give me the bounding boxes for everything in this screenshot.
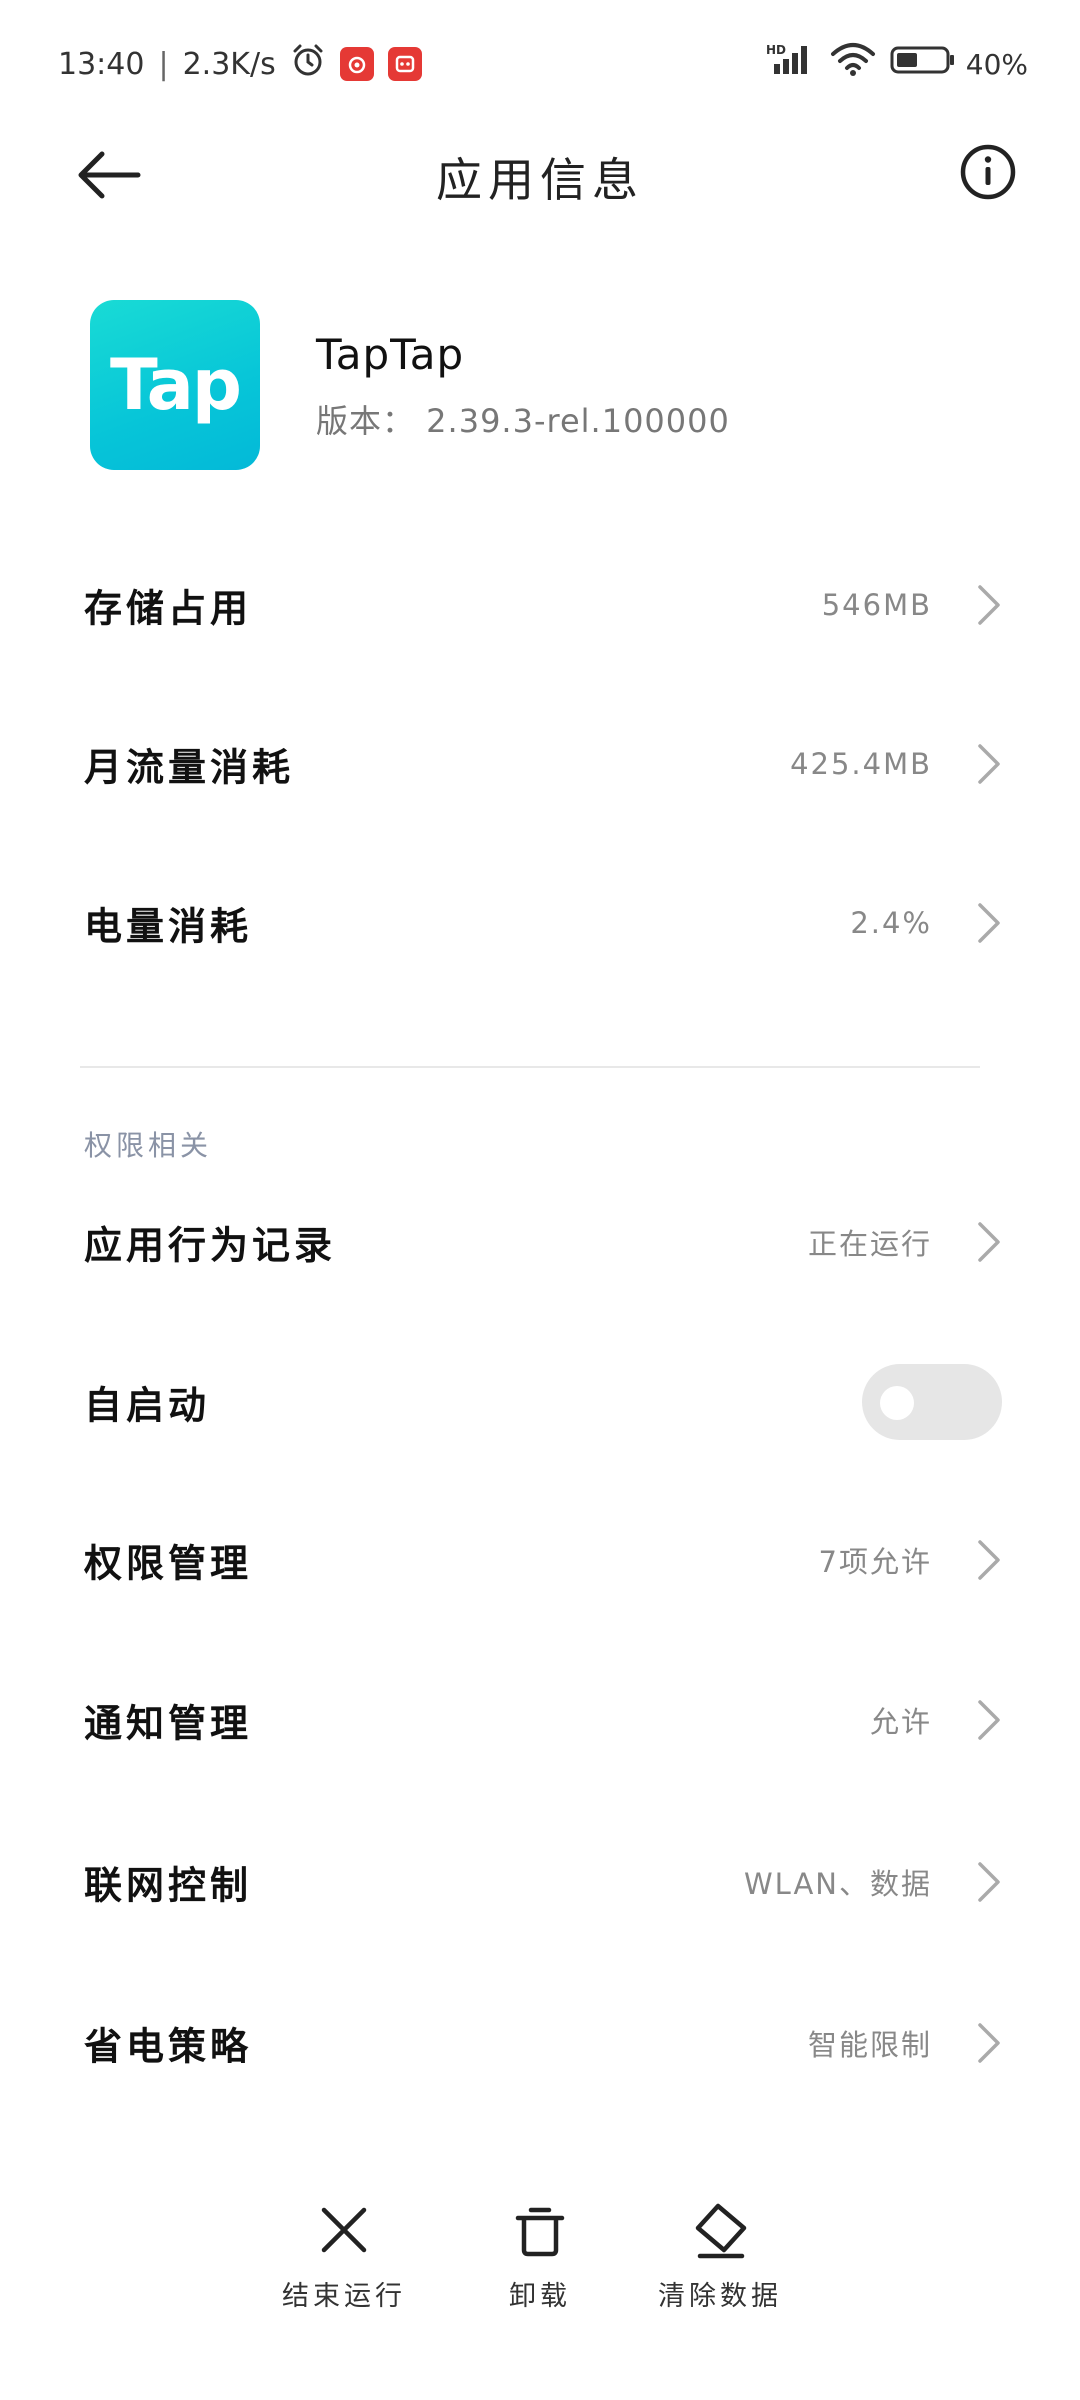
row-label: 联网控制: [84, 1863, 253, 1908]
app-name: TapTap: [316, 330, 465, 379]
action-label: 卸载: [509, 2281, 571, 2312]
row-value: 2.4%: [850, 906, 932, 940]
chevron-right-icon: [978, 1222, 1000, 1262]
chevron-right-icon: [978, 744, 1000, 784]
uninstall-button[interactable]: 卸载: [440, 2200, 640, 2313]
row-label: 自启动: [84, 1383, 211, 1428]
app-icon-label: Tap: [109, 344, 242, 426]
hd-signal-icon: HD: [766, 42, 816, 86]
row-value: 7项允许: [818, 1545, 932, 1579]
row-storage[interactable]: 存储占用 546MB: [0, 535, 1080, 675]
status-network-speed: 2.3K/s: [182, 46, 276, 82]
info-icon: [960, 144, 1016, 200]
autostart-toggle[interactable]: [862, 1364, 1002, 1440]
row-value: 425.4MB: [790, 747, 932, 781]
app-icon: Tap: [90, 300, 260, 470]
status-left: 13:40 | 2.3K/s: [58, 42, 422, 86]
status-bar: 13:40 | 2.3K/s HD 40%: [0, 0, 1080, 120]
row-notification-management[interactable]: 通知管理 允许: [0, 1650, 1080, 1790]
status-right: HD 40%: [752, 42, 1028, 86]
toggle-knob: [880, 1386, 914, 1420]
action-label: 结束运行: [282, 2281, 406, 2312]
section-title-permissions: 权限相关: [84, 1129, 213, 1162]
info-button[interactable]: [958, 142, 1018, 202]
row-label: 省电策略: [84, 2024, 253, 2069]
chevron-right-icon: [978, 1862, 1000, 1902]
app-info-screen: 13:40 | 2.3K/s HD 40% 应用信息 Tap TapTap 版本…: [0, 0, 1080, 2400]
app-notification-icon: [387, 47, 422, 81]
force-stop-button[interactable]: 结束运行: [244, 2200, 444, 2313]
chevron-right-icon: [978, 585, 1000, 625]
trash-icon: [515, 2207, 565, 2257]
row-autostart: 自启动: [0, 1332, 1080, 1472]
row-label: 存储占用: [84, 586, 253, 631]
row-value: WLAN、数据: [743, 1867, 932, 1901]
row-battery-usage[interactable]: 电量消耗 2.4%: [0, 853, 1080, 993]
row-battery-saver-policy[interactable]: 省电策略 智能限制: [0, 1973, 1080, 2113]
alarm-icon: [290, 42, 326, 86]
clear-data-button[interactable]: 清除数据: [620, 2200, 820, 2313]
row-label: 月流量消耗: [84, 745, 295, 790]
row-label: 通知管理: [84, 1701, 253, 1746]
row-label: 权限管理: [84, 1541, 253, 1586]
app-summary: Tap TapTap 版本： 2.39.3-rel.100000: [90, 300, 990, 470]
row-value: 正在运行: [807, 1227, 932, 1261]
bottom-action-bar: 结束运行 卸载 清除数据: [0, 2200, 1080, 2360]
divider: [80, 1066, 980, 1068]
chevron-right-icon: [978, 2023, 1000, 2063]
action-label: 清除数据: [658, 2281, 782, 2312]
eraser-icon: [695, 2203, 747, 2259]
wifi-icon: [830, 42, 876, 86]
netease-music-icon: [339, 47, 374, 81]
chevron-right-icon: [978, 1540, 1000, 1580]
battery-icon: [890, 45, 956, 83]
close-icon: [321, 2207, 367, 2253]
status-time: 13:40: [58, 46, 145, 82]
row-network-control[interactable]: 联网控制 WLAN、数据: [0, 1812, 1080, 1952]
top-app-bar: 应用信息: [0, 120, 1080, 230]
page-title: 应用信息: [436, 153, 644, 207]
row-app-behavior-log[interactable]: 应用行为记录 正在运行: [0, 1172, 1080, 1312]
status-separator: |: [158, 46, 169, 82]
row-value: 546MB: [821, 588, 932, 622]
chevron-right-icon: [978, 1700, 1000, 1740]
app-version: 版本： 2.39.3-rel.100000: [316, 402, 730, 440]
battery-percentage: 40%: [965, 47, 1028, 81]
row-value: 允许: [869, 1705, 932, 1739]
row-label: 电量消耗: [84, 904, 253, 949]
row-permission-management[interactable]: 权限管理 7项允许: [0, 1490, 1080, 1630]
svg-text:HD: HD: [766, 43, 786, 57]
chevron-right-icon: [978, 903, 1000, 943]
row-label: 应用行为记录: [84, 1223, 337, 1268]
row-value: 智能限制: [807, 2028, 932, 2062]
row-monthly-data[interactable]: 月流量消耗 425.4MB: [0, 694, 1080, 834]
